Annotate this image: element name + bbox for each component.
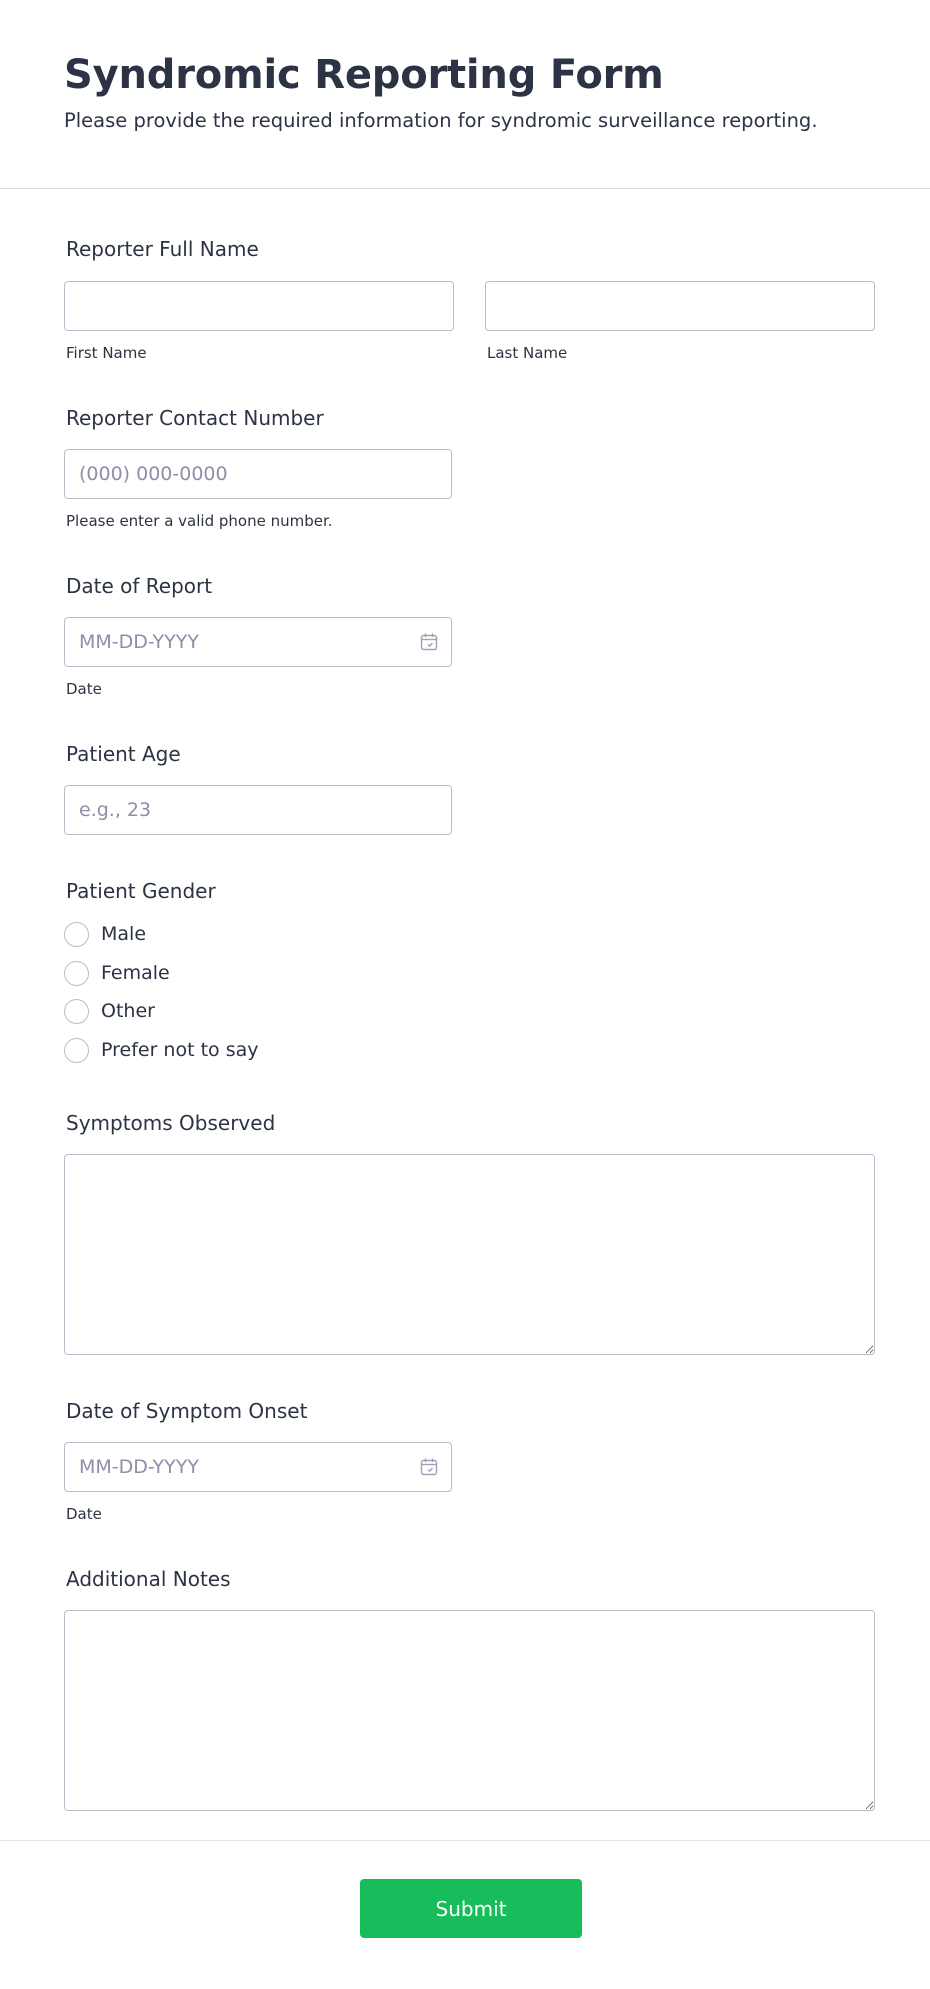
- notes-label: Additional Notes: [66, 1567, 231, 1591]
- patient-age-input[interactable]: [64, 785, 452, 835]
- onset-date-input[interactable]: [64, 1442, 452, 1492]
- radio-button[interactable]: [64, 1037, 89, 1063]
- radio-label: Male: [101, 923, 147, 945]
- symptoms-label: Symptoms Observed: [66, 1111, 276, 1135]
- gender-option-prefer-not-to-say[interactable]: Prefer not to say: [64, 1036, 259, 1064]
- form-header: Syndromic Reporting Form Please provide …: [0, 0, 930, 189]
- symptoms-textarea[interactable]: [64, 1154, 875, 1355]
- reporter-name-label: Reporter Full Name: [66, 237, 259, 261]
- radio-button[interactable]: [64, 960, 89, 986]
- form-description: Please provide the required information …: [64, 109, 818, 132]
- onset-date-sublabel: Date: [66, 1505, 102, 1523]
- calendar-icon[interactable]: [419, 1457, 439, 1477]
- patient-age-label: Patient Age: [66, 742, 181, 766]
- phone-sublabel: Please enter a valid phone number.: [66, 512, 333, 530]
- footer-divider: [0, 1840, 930, 1841]
- last-name-input[interactable]: [485, 281, 875, 331]
- form-title: Syndromic Reporting Form: [64, 52, 664, 98]
- phone-input[interactable]: [64, 449, 452, 499]
- gender-option-other[interactable]: Other: [64, 997, 155, 1025]
- radio-label: Other: [101, 1000, 155, 1022]
- radio-label: Prefer not to say: [101, 1039, 259, 1061]
- radio-label: Female: [101, 962, 170, 984]
- report-date-input[interactable]: [64, 617, 452, 667]
- radio-button[interactable]: [64, 998, 89, 1024]
- gender-option-male[interactable]: Male: [64, 920, 146, 948]
- notes-textarea[interactable]: [64, 1610, 875, 1811]
- form-page: Syndromic Reporting Form Please provide …: [0, 0, 930, 1989]
- onset-date-label: Date of Symptom Onset: [66, 1399, 308, 1423]
- calendar-icon[interactable]: [419, 632, 439, 652]
- first-name-sublabel: First Name: [66, 344, 147, 362]
- submit-button[interactable]: Submit: [360, 1879, 582, 1938]
- report-date-label: Date of Report: [66, 574, 213, 598]
- patient-gender-label: Patient Gender: [66, 879, 216, 903]
- first-name-input[interactable]: [64, 281, 454, 331]
- radio-button[interactable]: [64, 921, 89, 947]
- gender-option-female[interactable]: Female: [64, 959, 170, 987]
- last-name-sublabel: Last Name: [487, 344, 568, 362]
- contact-number-label: Reporter Contact Number: [66, 406, 324, 430]
- report-date-sublabel: Date: [66, 680, 102, 698]
